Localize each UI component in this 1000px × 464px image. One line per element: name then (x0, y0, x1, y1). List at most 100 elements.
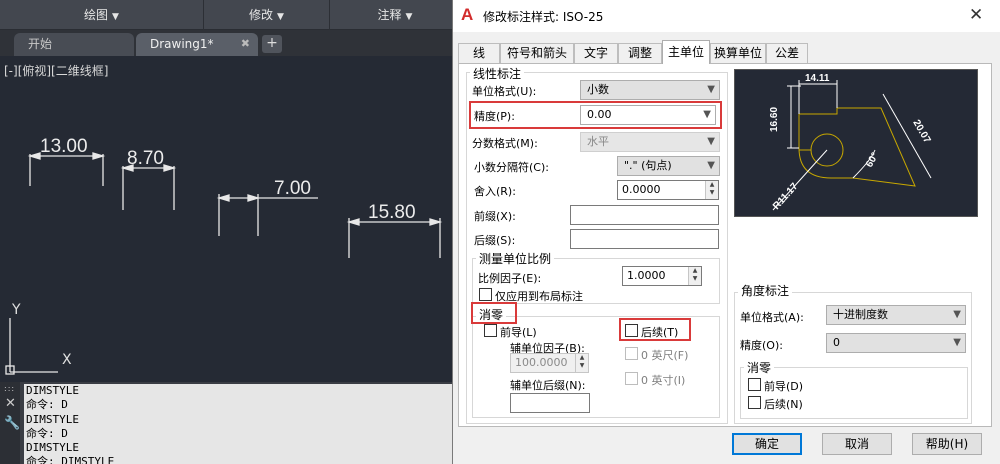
command-window: ::: ✕ 🔧 DIMSTYLE 命令: D DIMSTYLE 命令: D DI… (0, 382, 460, 464)
dim-text: 7.00 (274, 178, 311, 199)
decimal-separator-select[interactable]: "." (句点) ▼ (617, 156, 720, 176)
tab-text[interactable]: 文字 (574, 43, 618, 63)
preview-text-left: 16.60 (769, 107, 780, 132)
group-linear-title: 线性标注 (470, 65, 525, 82)
zero-title-highlight (471, 302, 517, 324)
dim-text: 13.00 (40, 136, 88, 157)
chevron-down-icon: ▼ (707, 160, 715, 171)
arrow-icon (92, 152, 106, 160)
tab-start-label: 开始 (28, 37, 53, 51)
angular-trailing-label: 后续(N) (764, 398, 803, 411)
leading-zero-label: 前导(L) (500, 326, 537, 339)
arrow-icon (247, 194, 261, 202)
scale-factor-input[interactable]: 1.0000 ▲ ▼ (622, 266, 702, 286)
prefix-input[interactable] (570, 205, 719, 225)
drawing-viewport[interactable]: [-][俯视][二维线框] 13.00 8.70 7.00 15.80 Y X (0, 56, 460, 382)
ribbon-panel-draw[interactable]: 绘图 ▼ (0, 0, 204, 30)
tab-symbols-arrows[interactable]: 符号和箭头 (500, 43, 574, 63)
preview-drawing: 14.11 16.60 20.07 60° R11.17 (769, 73, 933, 212)
command-line: DIMSTYLE (26, 412, 79, 426)
angular-precision-select[interactable]: 0 ▼ (826, 333, 966, 353)
help-button-label: 帮助(H) (925, 437, 969, 451)
group-scale-title: 测量单位比例 (476, 250, 555, 267)
tab-fit[interactable]: 调整 (618, 43, 662, 63)
ucs-x-label: X (62, 352, 72, 368)
leading-zero-checkbox[interactable] (484, 324, 497, 337)
command-toolbar: ::: ✕ 🔧 (0, 382, 20, 464)
close-icon[interactable]: ✖ (241, 33, 250, 55)
ribbon-panel-modify[interactable]: 修改 ▼ (204, 0, 330, 30)
trailing-zero-highlight (619, 318, 691, 341)
document-tab-bar: 开始 Drawing1* ✖ (0, 30, 460, 56)
scale-factor-label: 比例因子(E): (478, 272, 542, 285)
layout-only-checkbox[interactable] (479, 288, 492, 301)
inches-checkbox[interactable] (625, 372, 638, 385)
spin-arrows-icon[interactable]: ▲ ▼ (688, 267, 701, 285)
angular-unit-format-label: 单位格式(A): (740, 311, 804, 324)
feet-checkbox[interactable] (625, 347, 638, 360)
new-tab-button[interactable]: + (262, 35, 282, 53)
sub-units-suffix-input[interactable] (510, 393, 590, 413)
grip-icon[interactable]: ::: (4, 384, 15, 393)
sub-units-factor-value: 100.0000 (515, 356, 568, 369)
fraction-format-label: 分数格式(M): (472, 137, 538, 150)
ribbon-panel-modify-label: 修改 (249, 8, 274, 22)
tab-fit-label: 调整 (627, 46, 652, 60)
dimension-drawing: 13.00 8.70 7.00 15.80 (5, 136, 443, 375)
angular-leading-label: 前导(D) (764, 380, 804, 393)
preview-text-right: 20.07 (910, 118, 932, 146)
spin-arrows-icon[interactable]: ▲ ▼ (575, 354, 588, 372)
round-off-input[interactable]: 0.0000 ▲ ▼ (617, 180, 719, 200)
precision-highlight (469, 101, 722, 129)
dialog-title: 修改标注样式: ISO-25 (483, 10, 604, 24)
dialog-titlebar[interactable]: A 修改标注样式: ISO-25 ✕ (453, 0, 1000, 32)
unit-format-label: 单位格式(U): (472, 85, 537, 98)
tab-tolerances[interactable]: 公差 (766, 43, 808, 63)
chevron-down-icon: ▼ (707, 84, 715, 95)
arrow-icon (27, 152, 41, 160)
cancel-button[interactable]: 取消 (822, 433, 892, 455)
angular-precision-value: 0 (833, 336, 840, 349)
command-line: 命令: DIMSTYLE (26, 455, 115, 464)
tab-drawing1[interactable]: Drawing1* ✖ (136, 33, 258, 56)
arrow-icon (429, 218, 443, 226)
tab-drawing1-label: Drawing1* (150, 37, 214, 51)
prefix-label: 前缀(X): (474, 210, 516, 223)
close-icon[interactable]: ✕ (969, 5, 983, 25)
ribbon-panel-annotate-label: 注释 (377, 8, 402, 22)
arrow-icon (346, 218, 360, 226)
inches-label: 0 英寸(I) (641, 374, 686, 387)
tab-symbols-arrows-label: 符号和箭头 (506, 46, 567, 60)
ok-button-label: 确定 (754, 437, 779, 451)
ribbon-panel-annotate[interactable]: 注释 ▼ (330, 0, 460, 30)
tab-alternate-units[interactable]: 换算单位 (710, 43, 766, 63)
command-line: DIMSTYLE (26, 384, 79, 397)
dim-text: 8.70 (127, 148, 164, 169)
wrench-icon[interactable]: 🔧 (4, 416, 20, 431)
tab-start[interactable]: 开始 (14, 33, 134, 56)
help-button[interactable]: 帮助(H) (912, 433, 982, 455)
tab-lines-label: 线 (472, 46, 485, 60)
autocad-logo-icon: A (461, 5, 474, 24)
fraction-format-select[interactable]: 水平 ▼ (580, 132, 720, 152)
angular-leading-checkbox[interactable] (748, 378, 761, 391)
tab-tolerances-label: 公差 (774, 46, 799, 60)
close-icon[interactable]: ✕ (5, 396, 16, 411)
sub-units-factor-input[interactable]: 100.0000 ▲ ▼ (510, 353, 589, 373)
ok-button[interactable]: 确定 (732, 433, 802, 455)
group-angular-zero-title: 消零 (744, 359, 775, 376)
angular-precision-label: 精度(O): (740, 339, 783, 352)
tab-lines[interactable]: 线 (458, 43, 500, 63)
suffix-input[interactable] (570, 229, 719, 249)
tab-primary-units[interactable]: 主单位 (662, 40, 710, 64)
dim-text: 15.80 (368, 202, 416, 223)
fraction-format-value: 水平 (587, 135, 609, 148)
preview-text-top: 14.11 (805, 73, 830, 84)
ribbon-panel-draw-label: 绘图 (84, 8, 109, 22)
tab-text-label: 文字 (583, 46, 608, 60)
unit-format-select[interactable]: 小数 ▼ (580, 80, 720, 100)
angular-unit-format-select[interactable]: 十进制度数 ▼ (826, 305, 966, 325)
angular-trailing-checkbox[interactable] (748, 396, 761, 409)
caret-down-icon: ▼ (277, 12, 284, 22)
spin-arrows-icon[interactable]: ▲ ▼ (705, 181, 718, 199)
